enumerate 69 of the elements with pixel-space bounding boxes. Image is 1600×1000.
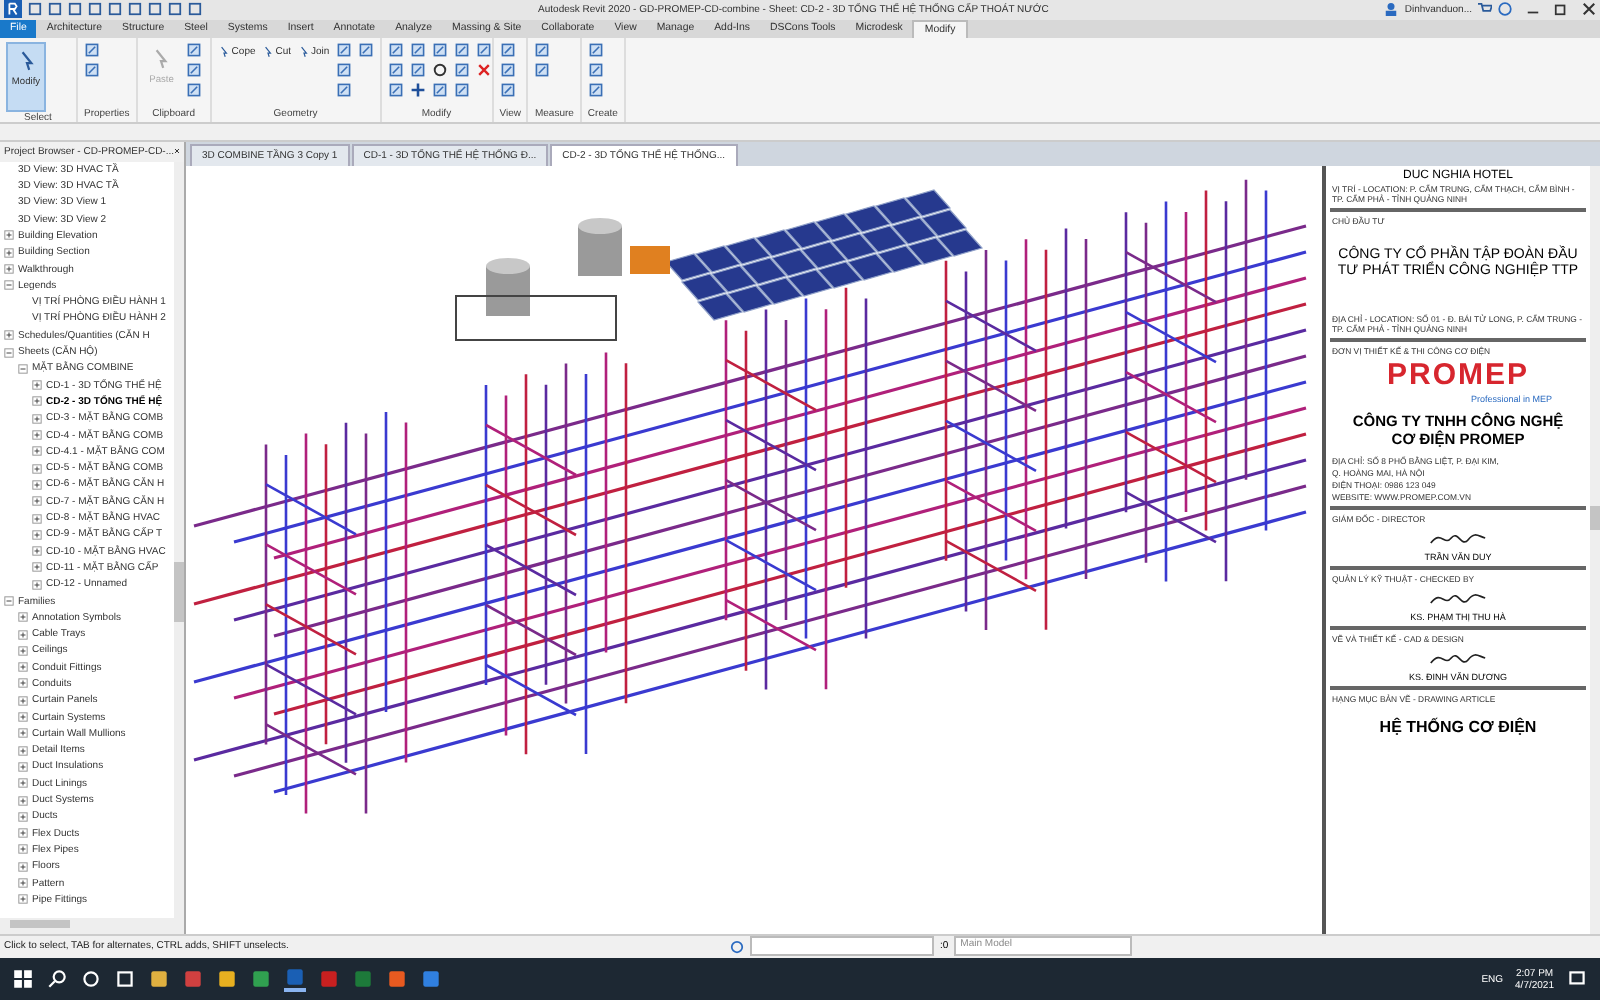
expand-icon[interactable] <box>18 761 28 772</box>
scrollbar[interactable] <box>1590 165 1600 934</box>
app-icon[interactable] <box>284 966 306 993</box>
drawing-article: HỆ THỐNG CƠ ĐIỆN <box>1377 715 1539 736</box>
tank-drawing <box>578 217 622 276</box>
expand-icon[interactable] <box>18 828 28 839</box>
expand-icon[interactable] <box>32 529 42 540</box>
expand-icon[interactable] <box>18 662 28 673</box>
collapse-icon[interactable] <box>4 596 14 606</box>
expand-icon[interactable] <box>32 479 42 490</box>
expand-icon[interactable] <box>4 247 14 258</box>
user-icon[interactable] <box>1384 2 1399 17</box>
expand-icon[interactable] <box>18 878 28 889</box>
expand-icon[interactable] <box>18 844 28 855</box>
expand-icon[interactable] <box>18 894 28 905</box>
restore-icon[interactable] <box>1554 2 1568 17</box>
move-icon[interactable] <box>409 82 426 99</box>
expand-icon[interactable] <box>18 795 28 806</box>
expand-icon[interactable] <box>32 413 42 424</box>
expand-icon[interactable] <box>32 579 42 590</box>
expand-icon[interactable] <box>32 430 42 441</box>
expand-icon[interactable] <box>4 264 14 275</box>
app-icon[interactable] <box>148 968 170 991</box>
expand-icon[interactable] <box>18 629 28 640</box>
expand-icon[interactable] <box>18 695 28 706</box>
cursor-icon <box>297 45 310 58</box>
expand-icon[interactable] <box>4 330 14 341</box>
expand-icon[interactable] <box>32 446 42 457</box>
expand-icon[interactable] <box>18 645 28 656</box>
task-view-icon[interactable] <box>114 968 136 991</box>
tank-drawing <box>486 257 530 316</box>
app-icon[interactable] <box>182 968 204 991</box>
expand-icon[interactable] <box>18 678 28 689</box>
app-icon[interactable] <box>216 968 238 991</box>
rotate-icon[interactable] <box>431 62 448 79</box>
notification-icon[interactable] <box>1566 968 1588 991</box>
cursor-icon <box>261 45 274 58</box>
cursor-icon <box>150 48 173 71</box>
search-icon[interactable] <box>46 968 68 991</box>
collapse-icon[interactable] <box>18 363 28 374</box>
delete-icon[interactable] <box>475 62 492 79</box>
expand-icon[interactable] <box>4 230 14 241</box>
expand-icon[interactable] <box>32 463 42 474</box>
expand-icon[interactable] <box>32 562 42 573</box>
circle-icon[interactable] <box>80 968 102 991</box>
app-icon[interactable] <box>250 968 272 991</box>
cursor-icon <box>217 45 230 58</box>
expand-icon[interactable] <box>18 778 28 789</box>
expand-icon[interactable] <box>18 811 28 822</box>
cart-icon[interactable] <box>1478 2 1492 17</box>
company-logo: PROMEP <box>1384 357 1531 392</box>
expand-icon[interactable] <box>32 546 42 557</box>
app-icon[interactable] <box>420 968 442 991</box>
expand-icon[interactable] <box>18 612 28 623</box>
collapse-icon[interactable] <box>4 280 14 291</box>
expand-icon[interactable] <box>18 861 28 872</box>
worksets-icon[interactable] <box>730 939 744 954</box>
expand-icon[interactable] <box>32 380 42 391</box>
expand-icon[interactable] <box>18 712 28 723</box>
start-icon[interactable] <box>12 968 34 991</box>
app-icon[interactable] <box>386 968 408 991</box>
expand-icon[interactable] <box>32 496 42 507</box>
collapse-icon[interactable] <box>4 347 14 358</box>
expand-icon[interactable] <box>18 728 28 739</box>
app-logo-icon[interactable] <box>4 0 22 19</box>
expand-icon[interactable] <box>32 396 42 407</box>
expand-icon[interactable] <box>32 513 42 524</box>
expand-icon[interactable] <box>18 745 28 756</box>
horizontal-scrollbar[interactable] <box>0 917 184 934</box>
